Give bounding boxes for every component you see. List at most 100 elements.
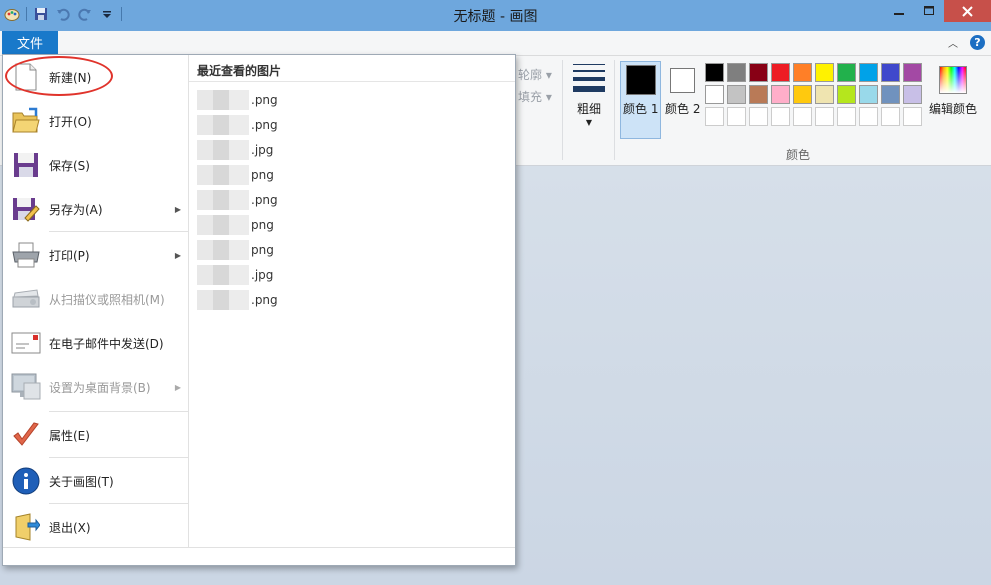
palette-swatch[interactable]: [903, 85, 922, 104]
menu-item-about[interactable]: 关于画图(T): [3, 459, 189, 503]
menu-item-scanner[interactable]: 从扫描仪或照相机(M): [3, 277, 189, 321]
file-menu-commands: 新建(N) 打开(O) 保存(S) 另存为(A) ▶ 打印(P) ▶ 从扫描仪或…: [3, 55, 189, 547]
thickness-label[interactable]: 粗细: [567, 100, 611, 117]
save-as-icon: [11, 194, 41, 224]
file-tab[interactable]: 文件: [2, 31, 58, 54]
minimize-icon: [894, 13, 904, 15]
colors-group-label: 颜色: [786, 148, 811, 162]
outline-dropdown[interactable]: 轮廓 ▾: [518, 66, 552, 83]
color1-label: 颜色 1: [623, 102, 659, 116]
menu-item-save-as[interactable]: 另存为(A) ▶: [3, 187, 189, 231]
exit-icon: [11, 512, 41, 542]
palette-swatch[interactable]: [815, 85, 834, 104]
color1-swatch[interactable]: [626, 65, 656, 95]
submenu-arrow-icon: ▶: [174, 250, 181, 260]
blurred-filename: [197, 114, 249, 135]
info-icon: [11, 466, 41, 496]
palette-swatch[interactable]: [881, 63, 900, 82]
blurred-filename: [197, 214, 249, 235]
palette-swatch[interactable]: [749, 63, 768, 82]
color-palette: [705, 63, 925, 129]
menu-item-properties[interactable]: 属性(E): [3, 413, 189, 457]
menu-item-email[interactable]: 在电子邮件中发送(D): [3, 321, 189, 365]
file-menu: 新建(N) 打开(O) 保存(S) 另存为(A) ▶ 打印(P) ▶ 从扫描仪或…: [2, 54, 516, 566]
recent-item[interactable]: .jpg: [197, 262, 497, 287]
palette-swatch[interactable]: [859, 85, 878, 104]
blurred-filename: [197, 89, 249, 110]
window-controls: [884, 0, 991, 22]
palette-swatch[interactable]: [705, 107, 724, 126]
recent-divider: [189, 81, 515, 82]
palette-swatch[interactable]: [837, 63, 856, 82]
menu-item-exit[interactable]: 退出(X): [3, 505, 189, 549]
palette-swatch[interactable]: [881, 107, 900, 126]
menu-divider: [49, 231, 189, 232]
ribbon-tab-strip: ︿ ?: [0, 31, 991, 56]
palette-swatch[interactable]: [771, 63, 790, 82]
palette-swatch[interactable]: [859, 63, 878, 82]
thickness-dropdown-icon[interactable]: ▼: [567, 118, 611, 127]
palette-swatch[interactable]: [705, 85, 724, 104]
recent-pictures-title: 最近查看的图片: [197, 64, 282, 78]
palette-swatch[interactable]: [727, 63, 746, 82]
recent-item[interactable]: .png: [197, 287, 497, 312]
palette-swatch[interactable]: [749, 85, 768, 104]
window-title: 无标题 - 画图: [453, 9, 538, 25]
collapse-ribbon-icon[interactable]: ︿: [948, 35, 958, 50]
palette-swatch[interactable]: [837, 85, 856, 104]
printer-icon: [11, 240, 41, 270]
palette-swatch[interactable]: [771, 107, 790, 126]
blurred-filename: [197, 139, 249, 160]
palette-swatch[interactable]: [793, 85, 812, 104]
blurred-filename: [197, 189, 249, 210]
palette-swatch[interactable]: [837, 107, 856, 126]
palette-swatch[interactable]: [727, 85, 746, 104]
palette-swatch[interactable]: [793, 107, 812, 126]
color2-swatch[interactable]: [670, 68, 695, 93]
menu-item-desktop-background[interactable]: 设置为桌面背景(B) ▶: [3, 365, 189, 409]
scanner-icon: [11, 284, 41, 314]
palette-swatch[interactable]: [705, 63, 724, 82]
palette-swatch[interactable]: [903, 63, 922, 82]
menu-item-save[interactable]: 保存(S): [3, 143, 189, 187]
palette-swatch[interactable]: [859, 107, 878, 126]
open-folder-icon: [11, 106, 41, 136]
blurred-filename: [197, 264, 249, 285]
palette-swatch[interactable]: [771, 85, 790, 104]
checkmark-icon: [11, 420, 41, 450]
maximize-button[interactable]: [914, 0, 944, 22]
blurred-filename: [197, 164, 249, 185]
submenu-arrow-icon: ▶: [174, 382, 181, 392]
palette-swatch[interactable]: [815, 63, 834, 82]
palette-swatch[interactable]: [903, 107, 922, 126]
edit-colors-label: 编辑颜色: [928, 102, 977, 116]
recent-item[interactable]: png: [197, 212, 497, 237]
maximize-icon: [924, 6, 934, 15]
fill-dropdown[interactable]: 填充 ▾: [518, 88, 552, 105]
blurred-filename: [197, 289, 249, 310]
menu-item-open[interactable]: 打开(O): [3, 99, 189, 143]
title-bar: 无标题 - 画图: [0, 0, 991, 31]
recent-item[interactable]: png: [197, 237, 497, 262]
palette-swatch[interactable]: [881, 85, 900, 104]
minimize-button[interactable]: [884, 0, 914, 22]
email-icon: [11, 328, 41, 358]
recent-item[interactable]: .png: [197, 87, 497, 112]
color2-label: 颜色 2: [665, 102, 701, 116]
close-button[interactable]: [944, 0, 991, 22]
palette-swatch[interactable]: [749, 107, 768, 126]
edit-colors-button[interactable]: 编辑颜色: [926, 64, 980, 117]
menu-divider: [49, 503, 189, 504]
menu-item-print[interactable]: 打印(P) ▶: [3, 233, 189, 277]
help-icon[interactable]: ?: [970, 35, 985, 50]
palette-swatch[interactable]: [815, 107, 834, 126]
recent-item[interactable]: .png: [197, 187, 497, 212]
recent-item[interactable]: .jpg: [197, 137, 497, 162]
recent-item[interactable]: png: [197, 162, 497, 187]
recent-item[interactable]: .png: [197, 112, 497, 137]
color-spectrum-icon: [939, 66, 967, 94]
palette-swatch[interactable]: [793, 63, 812, 82]
palette-swatch[interactable]: [727, 107, 746, 126]
file-menu-footer: [3, 547, 515, 565]
thickness-icon[interactable]: [567, 64, 611, 97]
